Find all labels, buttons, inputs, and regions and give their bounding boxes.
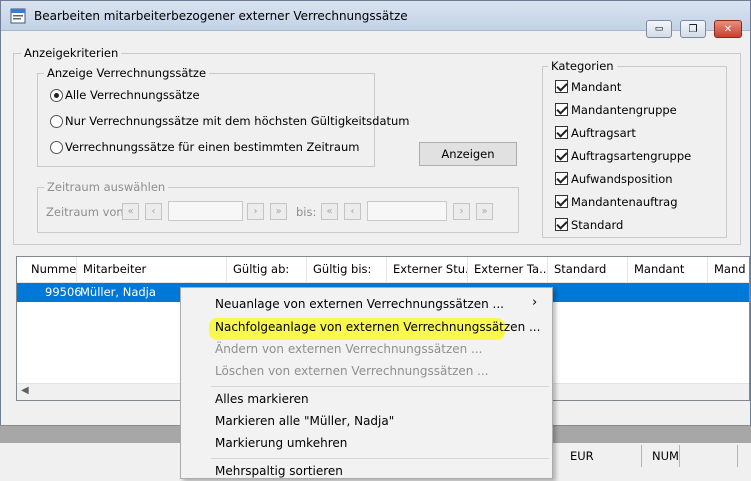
period-from-label: Zeitraum von: [46, 205, 128, 219]
cell-mitarbeiter: Müller, Nadja [80, 285, 156, 299]
left-icon: ‹ [151, 206, 156, 217]
column-header-gueltig-ab[interactable]: Gültig ab: [227, 257, 307, 282]
status-empty [680, 445, 738, 467]
column-header-mandantengruppe[interactable]: Mand [708, 257, 749, 282]
category-label[interactable]: Mandantengruppe [571, 103, 677, 117]
category-label[interactable]: Auftragsart [571, 126, 636, 140]
category-checkbox-standard[interactable] [555, 218, 568, 231]
menu-item-invert-selection[interactable]: Markierung umkehren [215, 433, 347, 453]
double-right-icon: » [275, 206, 282, 217]
category-checkbox-aufwandsposition[interactable] [555, 172, 568, 185]
period-to-label: bis: [296, 205, 317, 219]
column-header-mitarbeiter[interactable]: Mitarbeiter [77, 257, 227, 282]
column-header-externer-stundensatz[interactable]: Externer Stu... [387, 257, 468, 282]
restore-button[interactable]: ❐ [680, 20, 706, 38]
category-label[interactable]: Standard [571, 218, 623, 232]
from-next-button[interactable]: › [247, 203, 264, 220]
radio-latest[interactable] [50, 115, 63, 128]
column-header-gueltig-bis[interactable]: Gültig bis: [307, 257, 387, 282]
double-left-icon: « [127, 206, 134, 217]
category-checkbox-mandant[interactable] [555, 80, 568, 93]
radio-all-label[interactable]: Alle Verrechnungssätze [65, 88, 200, 102]
radio-latest-label[interactable]: Nur Verrechnungssätze mit dem höchsten G… [65, 114, 410, 128]
to-prev-button[interactable]: ‹ [344, 203, 361, 220]
scroll-left-icon[interactable]: ◀ [21, 385, 29, 396]
cell-nummer: 99506 [45, 285, 82, 299]
category-label[interactable]: Auftragsartengruppe [571, 149, 691, 163]
double-right-icon: » [481, 206, 488, 217]
column-header-nummer[interactable]: Nummer [17, 257, 77, 282]
display-group-label: Anzeige Verrechnungssätze [44, 66, 210, 80]
to-next-button[interactable]: › [453, 203, 470, 220]
menu-item-multi-sort[interactable]: Mehrspaltig sortieren [215, 461, 343, 481]
criteria-label: Anzeigekriterien [21, 46, 122, 60]
minimize-button[interactable]: ▭ [646, 20, 672, 38]
from-first-button[interactable]: « [122, 203, 139, 220]
radio-period[interactable] [50, 141, 63, 154]
category-checkbox-mandantenauftrag[interactable] [555, 195, 568, 208]
to-last-button[interactable]: » [476, 203, 493, 220]
menu-item-successor[interactable]: Nachfolgeanlage von externen Verrechnung… [215, 317, 540, 337]
context-menu: Neuanlage von externen Verrechnungssätze… [180, 287, 553, 479]
category-label[interactable]: Aufwandsposition [571, 172, 673, 186]
column-header-externer-tagessatz[interactable]: Externer Ta... [468, 257, 548, 282]
app-icon [10, 8, 26, 24]
close-icon: ✕ [723, 23, 733, 35]
title-bar[interactable]: Bearbeiten mitarbeiterbezogener externer… [1, 1, 750, 31]
menu-item-new[interactable]: Neuanlage von externen Verrechnungssätze… [215, 294, 504, 314]
right-icon: › [459, 206, 464, 217]
from-prev-button[interactable]: ‹ [145, 203, 162, 220]
right-icon: › [253, 206, 258, 217]
category-checkbox-auftragsartengruppe[interactable] [555, 149, 568, 162]
period-from-field[interactable] [168, 201, 243, 221]
category-label[interactable]: Mandantenauftrag [571, 195, 678, 209]
radio-period-label[interactable]: Verrechnungssätze für einen bestimmten Z… [65, 140, 359, 154]
category-checkbox-mandantengruppe[interactable] [555, 103, 568, 116]
status-currency: EUR [560, 445, 642, 467]
column-header-standard[interactable]: Standard [548, 257, 628, 282]
categories-label: Kategorien [548, 59, 617, 73]
left-icon: ‹ [350, 206, 355, 217]
show-button[interactable]: Anzeigen [419, 142, 517, 166]
period-to-field[interactable] [367, 201, 447, 221]
window-title: Bearbeiten mitarbeiterbezogener externer… [34, 9, 408, 23]
category-checkbox-auftragsart[interactable] [555, 126, 568, 139]
menu-item-edit[interactable]: Ändern von externen Verrechnungssätzen .… [215, 339, 483, 359]
menu-separator [211, 458, 549, 459]
close-button[interactable]: ✕ [714, 20, 742, 38]
menu-separator [211, 386, 549, 387]
submenu-arrow-icon: › [532, 295, 538, 310]
radio-all[interactable] [50, 89, 63, 102]
status-numlock: NUM [642, 445, 680, 467]
category-label[interactable]: Mandant [571, 80, 621, 94]
to-first-button[interactable]: « [321, 203, 338, 220]
period-group-label: Zeitraum auswählen [44, 180, 169, 194]
menu-item-select-all-employee[interactable]: Markieren alle "Müller, Nadja" [215, 411, 394, 431]
menu-item-select-all[interactable]: Alles markieren [215, 389, 309, 409]
restore-icon: ❐ [688, 23, 698, 35]
show-button-label: Anzeigen [441, 147, 495, 161]
minimize-icon: ▭ [654, 24, 664, 34]
double-left-icon: « [326, 206, 333, 217]
menu-item-delete[interactable]: Löschen von externen Verrechnungssätzen … [215, 361, 489, 381]
column-header-mandant[interactable]: Mandant [628, 257, 708, 282]
from-last-button[interactable]: » [270, 203, 287, 220]
